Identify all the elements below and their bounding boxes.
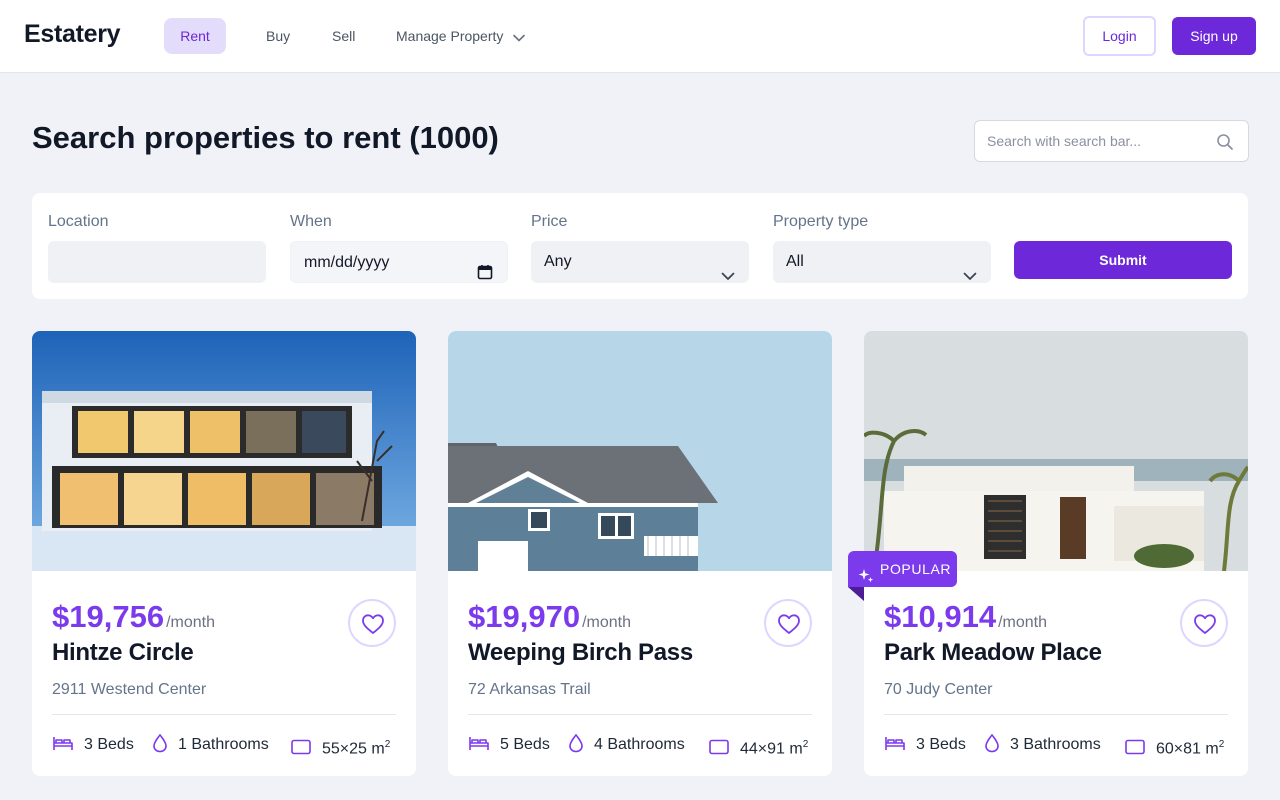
- top-navbar: Estatery Rent Buy Sell Manage Property L…: [0, 0, 1280, 73]
- location-label: Location: [48, 213, 109, 230]
- filter-panel: Location When mm/dd/yyyy Price Any Prope…: [32, 193, 1248, 299]
- area-value: 60×81 m: [1156, 740, 1219, 758]
- calendar-icon[interactable]: [477, 255, 493, 297]
- area-stat: 55×25 m2: [290, 733, 390, 757]
- property-card[interactable]: POPULAR $10,914/month Park Meadow Place …: [848, 331, 1248, 776]
- area-value: 55×25 m: [322, 740, 385, 758]
- nav-manage-property-label: Manage Property: [396, 28, 504, 44]
- page-title: Search properties to rent (1000): [32, 120, 499, 155]
- heart-icon: [778, 614, 800, 634]
- price: $19,970/month: [468, 599, 631, 635]
- price-select[interactable]: Any: [531, 241, 749, 283]
- property-name[interactable]: Weeping Birch Pass: [468, 639, 693, 667]
- property-image[interactable]: [32, 331, 416, 571]
- search-input[interactable]: [987, 131, 1207, 151]
- search-icon[interactable]: [1216, 133, 1234, 156]
- logo[interactable]: Estatery: [24, 20, 121, 49]
- property-address: 2911 Westend Center: [52, 681, 207, 698]
- search-bar[interactable]: [974, 120, 1249, 162]
- property-type-select-value: All: [786, 253, 804, 270]
- beds-count: 3 Beds: [916, 736, 966, 753]
- favorite-button[interactable]: [348, 599, 396, 647]
- baths-count: 3 Bathrooms: [1010, 736, 1101, 753]
- chevron-down-icon: [963, 256, 977, 298]
- beds-stat: 5 Beds: [468, 733, 550, 757]
- water-drop-icon: [153, 733, 167, 753]
- property-card[interactable]: $19,970/month Weeping Birch Pass 72 Arka…: [448, 331, 832, 776]
- beds-stat: 3 Beds: [884, 733, 966, 757]
- location-input[interactable]: [48, 241, 266, 283]
- property-name[interactable]: Hintze Circle: [52, 639, 194, 667]
- date-input[interactable]: mm/dd/yyyy: [290, 241, 508, 283]
- divider: [52, 714, 396, 715]
- area-icon: [291, 739, 311, 755]
- baths-count: 1 Bathrooms: [178, 736, 269, 753]
- property-type-label: Property type: [773, 213, 869, 230]
- nav-rent[interactable]: Rent: [164, 18, 226, 54]
- divider: [884, 714, 1228, 715]
- property-address: 70 Judy Center: [884, 681, 993, 698]
- popular-badge-label: POPULAR: [880, 561, 952, 577]
- popular-badge: POPULAR: [848, 551, 957, 587]
- baths-count: 4 Bathrooms: [594, 736, 685, 753]
- nav-manage-property[interactable]: Manage Property: [396, 18, 526, 55]
- price-label: Price: [531, 213, 568, 230]
- bed-icon: [469, 736, 489, 750]
- baths-stat: 3 Bathrooms: [984, 733, 1101, 757]
- nav-sell[interactable]: Sell: [332, 18, 355, 54]
- area-unit-exponent: 2: [384, 739, 391, 750]
- property-address: 72 Arkansas Trail: [468, 681, 591, 698]
- area-unit-exponent: 2: [802, 739, 809, 750]
- price-amount: $10,914: [884, 599, 997, 634]
- water-drop-icon: [985, 733, 999, 753]
- price: $19,756/month: [52, 599, 215, 635]
- bed-icon: [885, 736, 905, 750]
- baths-stat: 4 Bathrooms: [568, 733, 685, 757]
- property-type-select[interactable]: All: [773, 241, 991, 283]
- property-image[interactable]: [864, 331, 1248, 571]
- price-amount: $19,970: [468, 599, 581, 634]
- nav-buy[interactable]: Buy: [266, 18, 290, 54]
- area-unit-exponent: 2: [1218, 739, 1225, 750]
- area-stat: 60×81 m2: [1124, 733, 1224, 757]
- favorite-button[interactable]: [1180, 599, 1228, 647]
- chevron-down-icon: [721, 256, 735, 298]
- price-amount: $19,756: [52, 599, 165, 634]
- property-card[interactable]: $19,756/month Hintze Circle 2911 Westend…: [32, 331, 416, 776]
- submit-button[interactable]: Submit: [1014, 241, 1232, 279]
- baths-stat: 1 Bathrooms: [152, 733, 269, 757]
- area-value: 44×91 m: [740, 740, 803, 758]
- heart-icon: [362, 614, 384, 634]
- price-period: /month: [582, 614, 631, 631]
- area-icon: [1125, 739, 1145, 755]
- date-input-value: mm/dd/yyyy: [304, 254, 390, 271]
- water-drop-icon: [569, 733, 583, 753]
- price-period: /month: [998, 614, 1047, 631]
- beds-count: 5 Beds: [500, 736, 550, 753]
- divider: [468, 714, 812, 715]
- bed-icon: [53, 736, 73, 750]
- heart-icon: [1194, 614, 1216, 634]
- favorite-button[interactable]: [764, 599, 812, 647]
- when-label: When: [290, 213, 332, 230]
- price-period: /month: [166, 614, 215, 631]
- area-icon: [709, 739, 729, 755]
- property-image[interactable]: [448, 331, 832, 571]
- area-stat: 44×91 m2: [708, 733, 808, 757]
- price: $10,914/month: [884, 599, 1047, 635]
- signup-button[interactable]: Sign up: [1172, 17, 1256, 55]
- beds-count: 3 Beds: [84, 736, 134, 753]
- badge-tail: [848, 587, 864, 601]
- chevron-down-icon: [513, 19, 526, 55]
- beds-stat: 3 Beds: [52, 733, 134, 757]
- price-select-value: Any: [544, 253, 572, 270]
- property-name[interactable]: Park Meadow Place: [884, 639, 1102, 667]
- login-button[interactable]: Login: [1083, 16, 1156, 56]
